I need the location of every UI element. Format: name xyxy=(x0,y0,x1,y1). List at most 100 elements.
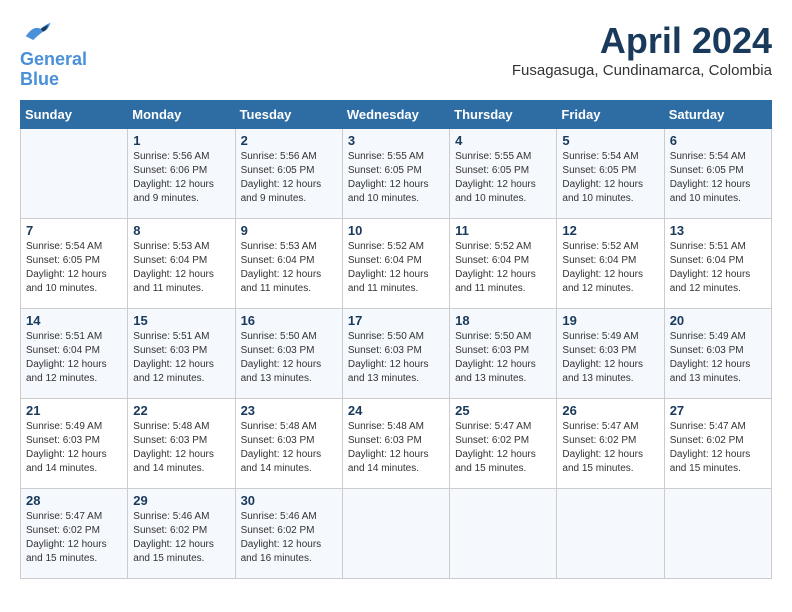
calendar-cell: 20 Sunrise: 5:49 AMSunset: 6:03 PMDayligh… xyxy=(664,308,771,398)
header-wednesday: Wednesday xyxy=(342,100,449,128)
calendar-cell: 8Sunrise: 5:53 AMSunset: 6:04 PMDaylight… xyxy=(128,218,235,308)
calendar-cell: 4Sunrise: 5:55 AMSunset: 6:05 PMDaylight… xyxy=(450,128,557,218)
day-number: 2 xyxy=(241,133,337,148)
logo-text: General Blue xyxy=(20,50,87,90)
day-info: Sunrise: 5:56 AMSunset: 6:06 PMDaylight:… xyxy=(133,150,229,206)
day-number: 12 xyxy=(562,223,658,238)
day-number: 29 xyxy=(133,493,229,508)
day-info: Sunrise: 5:47 AMSunset: 6:02 PMDaylight:… xyxy=(670,420,766,476)
day-info: Sunrise: 5:52 AMSunset: 6:04 PMDaylight:… xyxy=(455,240,551,296)
calendar-cell: 29 Sunrise: 5:46 AMSunset: 6:02 PMDayligh… xyxy=(128,488,235,578)
day-info: Sunrise: 5:47 AMSunset: 6:02 PMDaylight:… xyxy=(26,510,122,566)
calendar-cell: 9 Sunrise: 5:53 AMSunset: 6:04 PMDaylight… xyxy=(235,218,342,308)
day-info: Sunrise: 5:48 AMSunset: 6:03 PMDaylight:… xyxy=(133,420,229,476)
calendar-cell: 1 Sunrise: 5:56 AMSunset: 6:06 PMDaylight… xyxy=(128,128,235,218)
calendar-week-4: 21Sunrise: 5:49 AMSunset: 6:03 PMDayligh… xyxy=(21,398,772,488)
calendar-table: Sunday Monday Tuesday Wednesday Thursday… xyxy=(20,100,772,579)
calendar-cell: 11 Sunrise: 5:52 AMSunset: 6:04 PMDayligh… xyxy=(450,218,557,308)
calendar-cell: 15 Sunrise: 5:51 AMSunset: 6:03 PMDayligh… xyxy=(128,308,235,398)
month-title: April 2024 xyxy=(512,20,772,62)
calendar-header: Sunday Monday Tuesday Wednesday Thursday… xyxy=(21,100,772,128)
title-block: April 2024 Fusagasuga, Cundinamarca, Col… xyxy=(512,20,772,79)
page-header: General Blue April 2024 Fusagasuga, Cund… xyxy=(20,20,772,90)
calendar-cell: 25Sunrise: 5:47 AMSunset: 6:02 PMDayligh… xyxy=(450,398,557,488)
calendar-body: 1 Sunrise: 5:56 AMSunset: 6:06 PMDaylight… xyxy=(21,128,772,578)
day-number: 9 xyxy=(241,223,337,238)
calendar-cell xyxy=(450,488,557,578)
day-info: Sunrise: 5:48 AMSunset: 6:03 PMDaylight:… xyxy=(241,420,337,476)
day-number: 13 xyxy=(670,223,766,238)
day-number: 28 xyxy=(26,493,122,508)
calendar-cell: 6Sunrise: 5:54 AMSunset: 6:05 PMDaylight… xyxy=(664,128,771,218)
location-subtitle: Fusagasuga, Cundinamarca, Colombia xyxy=(512,62,772,79)
logo: General Blue xyxy=(20,20,87,90)
day-info: Sunrise: 5:53 AMSunset: 6:04 PMDaylight:… xyxy=(133,240,229,296)
day-info: Sunrise: 5:51 AMSunset: 6:04 PMDaylight:… xyxy=(26,330,122,386)
day-info: Sunrise: 5:50 AMSunset: 6:03 PMDaylight:… xyxy=(455,330,551,386)
day-info: Sunrise: 5:56 AMSunset: 6:05 PMDaylight:… xyxy=(241,150,337,206)
day-number: 19 xyxy=(562,313,658,328)
calendar-cell: 12 Sunrise: 5:52 AMSunset: 6:04 PMDayligh… xyxy=(557,218,664,308)
day-number: 11 xyxy=(455,223,551,238)
day-info: Sunrise: 5:49 AMSunset: 6:03 PMDaylight:… xyxy=(562,330,658,386)
day-info: Sunrise: 5:47 AMSunset: 6:02 PMDaylight:… xyxy=(562,420,658,476)
bird-icon xyxy=(22,20,52,45)
day-info: Sunrise: 5:51 AMSunset: 6:04 PMDaylight:… xyxy=(670,240,766,296)
calendar-cell: 19 Sunrise: 5:49 AMSunset: 6:03 PMDayligh… xyxy=(557,308,664,398)
calendar-week-3: 14 Sunrise: 5:51 AMSunset: 6:04 PMDayligh… xyxy=(21,308,772,398)
day-info: Sunrise: 5:49 AMSunset: 6:03 PMDaylight:… xyxy=(670,330,766,386)
day-number: 3 xyxy=(348,133,444,148)
day-number: 30 xyxy=(241,493,337,508)
day-number: 6 xyxy=(670,133,766,148)
day-number: 15 xyxy=(133,313,229,328)
calendar-cell: 21Sunrise: 5:49 AMSunset: 6:03 PMDayligh… xyxy=(21,398,128,488)
day-number: 7 xyxy=(26,223,122,238)
day-info: Sunrise: 5:53 AMSunset: 6:04 PMDaylight:… xyxy=(241,240,337,296)
day-info: Sunrise: 5:51 AMSunset: 6:03 PMDaylight:… xyxy=(133,330,229,386)
calendar-cell: 16Sunrise: 5:50 AMSunset: 6:03 PMDayligh… xyxy=(235,308,342,398)
calendar-cell: 7 Sunrise: 5:54 AMSunset: 6:05 PMDaylight… xyxy=(21,218,128,308)
day-info: Sunrise: 5:48 AMSunset: 6:03 PMDaylight:… xyxy=(348,420,444,476)
day-number: 20 xyxy=(670,313,766,328)
calendar-cell: 2 Sunrise: 5:56 AMSunset: 6:05 PMDaylight… xyxy=(235,128,342,218)
day-info: Sunrise: 5:47 AMSunset: 6:02 PMDaylight:… xyxy=(455,420,551,476)
calendar-cell: 3Sunrise: 5:55 AMSunset: 6:05 PMDaylight… xyxy=(342,128,449,218)
day-info: Sunrise: 5:54 AMSunset: 6:05 PMDaylight:… xyxy=(26,240,122,296)
day-number: 14 xyxy=(26,313,122,328)
calendar-cell: 18 Sunrise: 5:50 AMSunset: 6:03 PMDayligh… xyxy=(450,308,557,398)
calendar-cell: 27 Sunrise: 5:47 AMSunset: 6:02 PMDayligh… xyxy=(664,398,771,488)
calendar-cell: 26 Sunrise: 5:47 AMSunset: 6:02 PMDayligh… xyxy=(557,398,664,488)
calendar-cell: 5 Sunrise: 5:54 AMSunset: 6:05 PMDaylight… xyxy=(557,128,664,218)
calendar-cell xyxy=(557,488,664,578)
calendar-week-1: 1 Sunrise: 5:56 AMSunset: 6:06 PMDaylight… xyxy=(21,128,772,218)
calendar-cell: 17 Sunrise: 5:50 AMSunset: 6:03 PMDayligh… xyxy=(342,308,449,398)
day-number: 22 xyxy=(133,403,229,418)
calendar-cell: 30 Sunrise: 5:46 AMSunset: 6:02 PMDayligh… xyxy=(235,488,342,578)
day-info: Sunrise: 5:52 AMSunset: 6:04 PMDaylight:… xyxy=(562,240,658,296)
calendar-cell: 14 Sunrise: 5:51 AMSunset: 6:04 PMDayligh… xyxy=(21,308,128,398)
day-info: Sunrise: 5:55 AMSunset: 6:05 PMDaylight:… xyxy=(455,150,551,206)
header-sunday: Sunday xyxy=(21,100,128,128)
day-info: Sunrise: 5:46 AMSunset: 6:02 PMDaylight:… xyxy=(241,510,337,566)
day-number: 17 xyxy=(348,313,444,328)
calendar-cell: 23Sunrise: 5:48 AMSunset: 6:03 PMDayligh… xyxy=(235,398,342,488)
day-info: Sunrise: 5:54 AMSunset: 6:05 PMDaylight:… xyxy=(562,150,658,206)
calendar-cell: 22 Sunrise: 5:48 AMSunset: 6:03 PMDayligh… xyxy=(128,398,235,488)
day-number: 1 xyxy=(133,133,229,148)
day-number: 27 xyxy=(670,403,766,418)
day-number: 18 xyxy=(455,313,551,328)
day-info: Sunrise: 5:46 AMSunset: 6:02 PMDaylight:… xyxy=(133,510,229,566)
day-info: Sunrise: 5:52 AMSunset: 6:04 PMDaylight:… xyxy=(348,240,444,296)
calendar-cell xyxy=(21,128,128,218)
day-number: 5 xyxy=(562,133,658,148)
header-saturday: Saturday xyxy=(664,100,771,128)
calendar-cell xyxy=(664,488,771,578)
day-info: Sunrise: 5:49 AMSunset: 6:03 PMDaylight:… xyxy=(26,420,122,476)
calendar-cell: 13 Sunrise: 5:51 AMSunset: 6:04 PMDayligh… xyxy=(664,218,771,308)
day-info: Sunrise: 5:50 AMSunset: 6:03 PMDaylight:… xyxy=(348,330,444,386)
calendar-cell: 24 Sunrise: 5:48 AMSunset: 6:03 PMDayligh… xyxy=(342,398,449,488)
day-number: 24 xyxy=(348,403,444,418)
day-info: Sunrise: 5:50 AMSunset: 6:03 PMDaylight:… xyxy=(241,330,337,386)
header-monday: Monday xyxy=(128,100,235,128)
day-number: 26 xyxy=(562,403,658,418)
